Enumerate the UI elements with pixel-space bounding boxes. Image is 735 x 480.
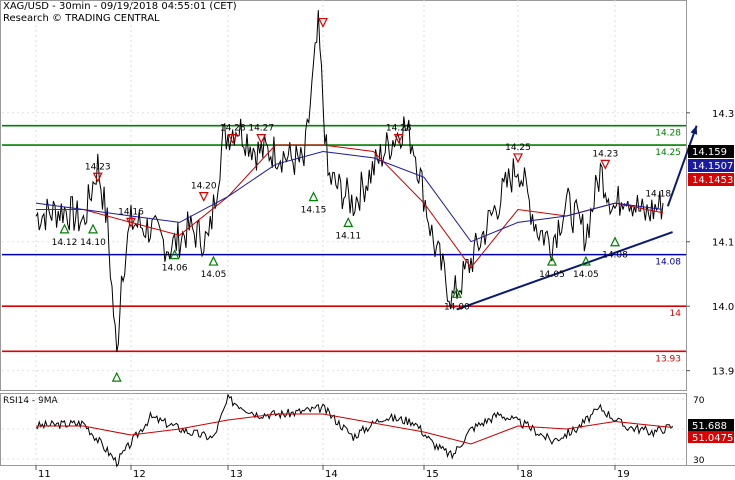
annotation-label: 14.05 xyxy=(539,270,565,280)
x-tick-label: 19 xyxy=(617,469,630,480)
x-tick-label: 12 xyxy=(133,469,146,480)
annotation-label: 14.11 xyxy=(335,231,361,241)
forecast-arrowhead xyxy=(690,125,698,135)
annotation-label: 14.05 xyxy=(201,270,227,280)
annotation-label: 14.15 xyxy=(301,206,327,216)
rsi-tag-label: 51.688 xyxy=(692,421,727,432)
rsi-tick-label: 30 xyxy=(693,456,705,466)
x-tick-label: 11 xyxy=(38,469,51,480)
rsi-line xyxy=(35,393,674,468)
chart-frame xyxy=(0,0,735,466)
price-tag-label: 14.159 xyxy=(692,147,727,158)
up-triangle-marker xyxy=(88,223,98,234)
level-label: 14.25 xyxy=(655,148,681,158)
annotation-label: 14.18 xyxy=(645,190,671,200)
level-label: 14 xyxy=(670,309,682,319)
price-tag-label: 14.1453 xyxy=(692,175,733,186)
up-triangle-marker xyxy=(343,217,354,227)
annotation-label: 14.25 xyxy=(505,143,531,153)
annotation-label: 14.08 xyxy=(602,251,628,261)
x-tick-label: 15 xyxy=(426,469,439,480)
annotation-label: 14.28 xyxy=(220,124,246,134)
annotation-label: 14.05 xyxy=(573,270,599,280)
annotation-label: 14.12 xyxy=(52,238,78,248)
price-tag-label: 14.1507 xyxy=(692,161,733,172)
axes: 11 12 13 14 15 18 19 14.3 14.1 14.0 13.9 14.159 14.1… xyxy=(35,109,734,480)
annotation-label: 14.00 xyxy=(444,302,470,312)
rsi-panel: RSI14 - 9MA70503051.68851.0475 xyxy=(2,393,734,468)
x-tick-label: 13 xyxy=(230,469,243,480)
y-tick-label: 14.1 xyxy=(712,238,734,249)
down-triangle-marker xyxy=(92,172,103,183)
x-tick-label: 14 xyxy=(325,469,338,480)
level-label: 14.28 xyxy=(655,129,681,139)
level-label: 14.08 xyxy=(655,258,681,268)
up-triangle-marker xyxy=(208,255,219,266)
annotation-label: 14.10 xyxy=(80,238,106,248)
price-series xyxy=(35,10,698,352)
y-tick-label: 13.9 xyxy=(712,367,734,378)
annotation-label: 14.28 xyxy=(386,124,412,134)
level-label: 13.93 xyxy=(655,354,681,364)
price-line xyxy=(35,10,664,352)
up-triangle-marker xyxy=(308,191,319,202)
ma-slow-line xyxy=(35,150,664,243)
y-tick-label: 14.3 xyxy=(712,109,734,120)
annotation-marks: 14.12 14.10 14.23 14.16 14.06 14.20 14.05 14.28… xyxy=(52,17,671,382)
down-triangle-marker xyxy=(198,192,209,202)
up-triangle-marker xyxy=(59,223,70,234)
price-chart: 14.2814.2514.081413.93 14.12 14.1014.2314… xyxy=(0,0,735,480)
annotation-label: 14.20 xyxy=(191,182,217,192)
rsi-tag-label: 51.0475 xyxy=(692,433,733,444)
y-tick-label: 14.0 xyxy=(712,302,734,313)
rsi-title: RSI14 - 9MA xyxy=(3,396,59,406)
annotation-label: 14.23 xyxy=(85,162,111,172)
x-tick-label: 18 xyxy=(520,469,533,480)
annotation-label: 14.23 xyxy=(592,149,618,159)
annotation-label: 14.16 xyxy=(118,207,144,217)
up-triangle-marker xyxy=(111,371,122,382)
down-triangle-marker xyxy=(318,17,328,28)
annotation-label: 14.27 xyxy=(248,124,274,134)
annotation-label: 14.06 xyxy=(162,264,188,274)
rsi-tick-label: 70 xyxy=(693,396,705,406)
